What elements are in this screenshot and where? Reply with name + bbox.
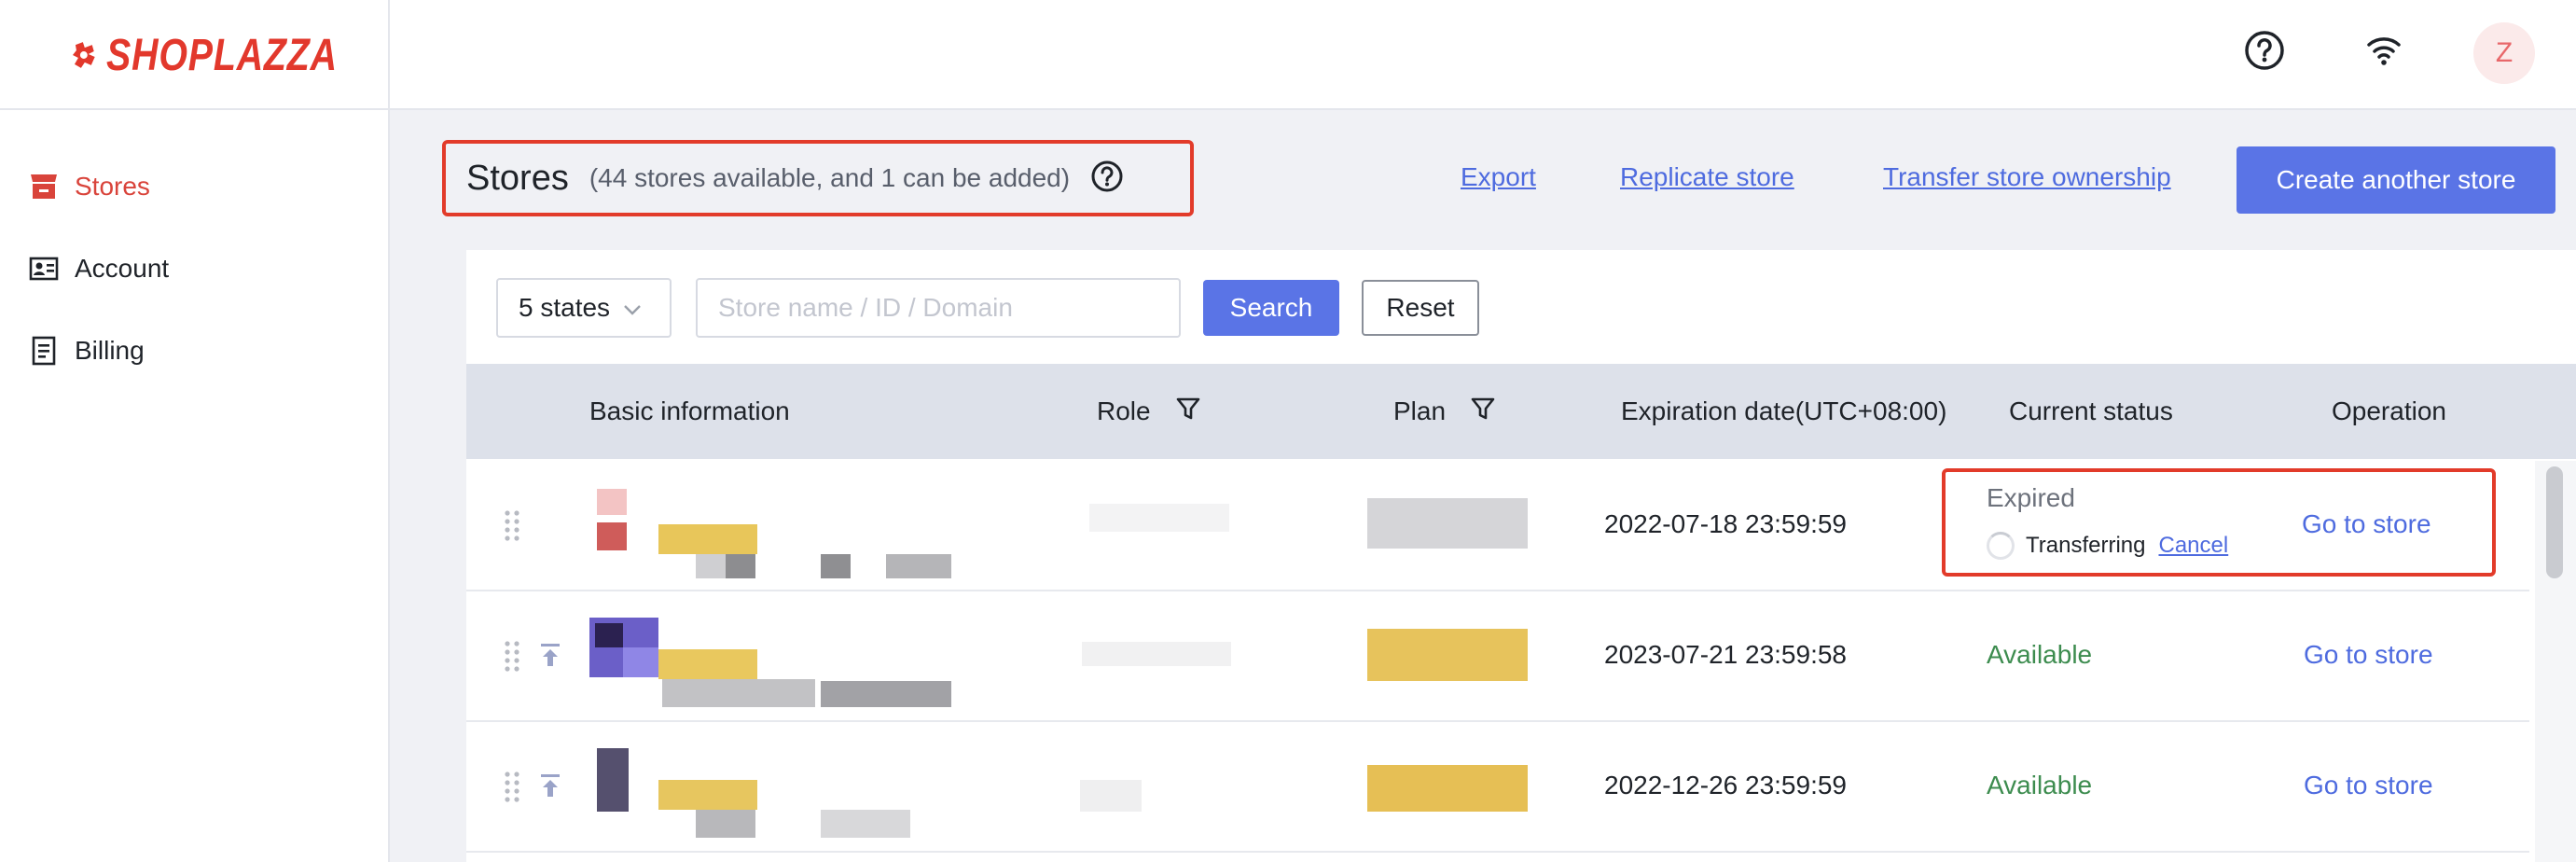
column-plan-label: Plan <box>1393 396 1447 425</box>
table-row[interactable]: 2022-12-26 23:59:59 Available Go to stor… <box>466 722 2529 853</box>
pin-to-top-icon[interactable] <box>539 642 561 673</box>
drag-handle-icon[interactable] <box>504 509 520 546</box>
transfer-status: Transferring Cancel <box>1987 532 2228 560</box>
states-select-value: 5 states <box>519 293 611 322</box>
sidebar-item-label: Account <box>75 254 170 283</box>
reset-button[interactable]: Reset <box>1362 280 1479 336</box>
column-expiration-date: Expiration date(UTC+08:00) <box>1621 396 1947 425</box>
sidebar-item-label: Stores <box>75 172 150 201</box>
expiration-date: 2023-07-21 23:59:58 <box>1604 640 1847 669</box>
page-title: Stores <box>466 158 569 198</box>
go-to-store-link[interactable]: Go to store <box>2304 640 2433 670</box>
export-link[interactable]: Export <box>1461 162 1536 192</box>
expiration-date: 2022-12-26 23:59:59 <box>1604 771 1847 799</box>
transfer-ownership-link[interactable]: Transfer store ownership <box>1883 162 2171 192</box>
search-input[interactable] <box>696 278 1181 338</box>
create-store-button[interactable]: Create another store <box>2237 146 2555 214</box>
pin-to-top-icon[interactable] <box>539 772 561 803</box>
sidebar-item-account[interactable]: Account <box>28 243 169 295</box>
table-row[interactable]: 2023-07-21 23:59:58 Available Go to stor… <box>466 591 2529 722</box>
filter-icon[interactable] <box>1175 396 1201 428</box>
status-badge: Available <box>1987 771 2093 799</box>
filter-icon[interactable] <box>1470 396 1496 428</box>
status-badge: Expired <box>1987 483 2075 512</box>
table-row[interactable]: 2022-07-18 23:59:59 Expired Transferring… <box>466 461 2529 591</box>
table-header: Basic information Role Plan Expiration d… <box>466 364 2576 459</box>
store-count-text: (44 stores available, and 1 can be added… <box>589 163 1071 192</box>
id-card-icon <box>28 253 60 285</box>
drag-handle-icon[interactable] <box>504 771 520 807</box>
sidebar-item-stores[interactable]: Stores <box>28 160 150 213</box>
status-highlight-box: Expired Transferring Cancel Go to store <box>1942 468 2496 577</box>
transfer-status-label: Transferring <box>2026 533 2146 558</box>
states-select[interactable]: 5 states <box>496 278 672 338</box>
logo[interactable]: SHOPLAZZA <box>0 0 390 110</box>
sidebar-item-label: Billing <box>75 336 145 365</box>
column-current-status: Current status <box>2009 396 2173 425</box>
stores-panel: 5 states Search Reset Basic information … <box>466 250 2576 862</box>
go-to-store-link[interactable]: Go to store <box>2304 771 2433 800</box>
question-icon[interactable] <box>1090 160 1124 198</box>
column-operation: Operation <box>2332 396 2446 425</box>
column-plan: Plan <box>1393 364 1496 459</box>
sidebar: Stores Account Billing <box>0 110 390 862</box>
store-icon <box>28 171 60 202</box>
replicate-store-link[interactable]: Replicate store <box>1620 162 1794 192</box>
page-header: Stores (44 stores available, and 1 can b… <box>442 140 1194 216</box>
sidebar-item-billing[interactable]: Billing <box>28 325 145 377</box>
expiration-date: 2022-07-18 23:59:59 <box>1604 509 1847 538</box>
status-badge: Available <box>1987 640 2093 669</box>
brand-name: SHOPLAZZA <box>105 30 338 80</box>
drag-handle-icon[interactable] <box>504 640 520 676</box>
wifi-icon[interactable] <box>2365 32 2403 74</box>
document-icon <box>28 335 60 367</box>
column-role-label: Role <box>1097 396 1151 425</box>
scrollbar-thumb[interactable] <box>2546 466 2563 578</box>
chevron-down-icon <box>623 293 642 323</box>
top-bar: SHOPLAZZA Z <box>0 0 2576 110</box>
table-scrollbar[interactable] <box>2535 461 2576 862</box>
go-to-store-link[interactable]: Go to store <box>2302 509 2431 539</box>
help-icon[interactable] <box>2244 30 2285 76</box>
column-role: Role <box>1097 364 1201 459</box>
shoplazza-logo-icon <box>72 42 95 68</box>
cancel-transfer-link[interactable]: Cancel <box>2158 533 2228 559</box>
search-button[interactable]: Search <box>1203 280 1339 336</box>
avatar[interactable]: Z <box>2473 22 2535 84</box>
loading-spinner-icon <box>1987 532 2015 560</box>
filter-bar: 5 states Search Reset <box>466 250 2576 364</box>
column-basic-information: Basic information <box>589 396 790 425</box>
